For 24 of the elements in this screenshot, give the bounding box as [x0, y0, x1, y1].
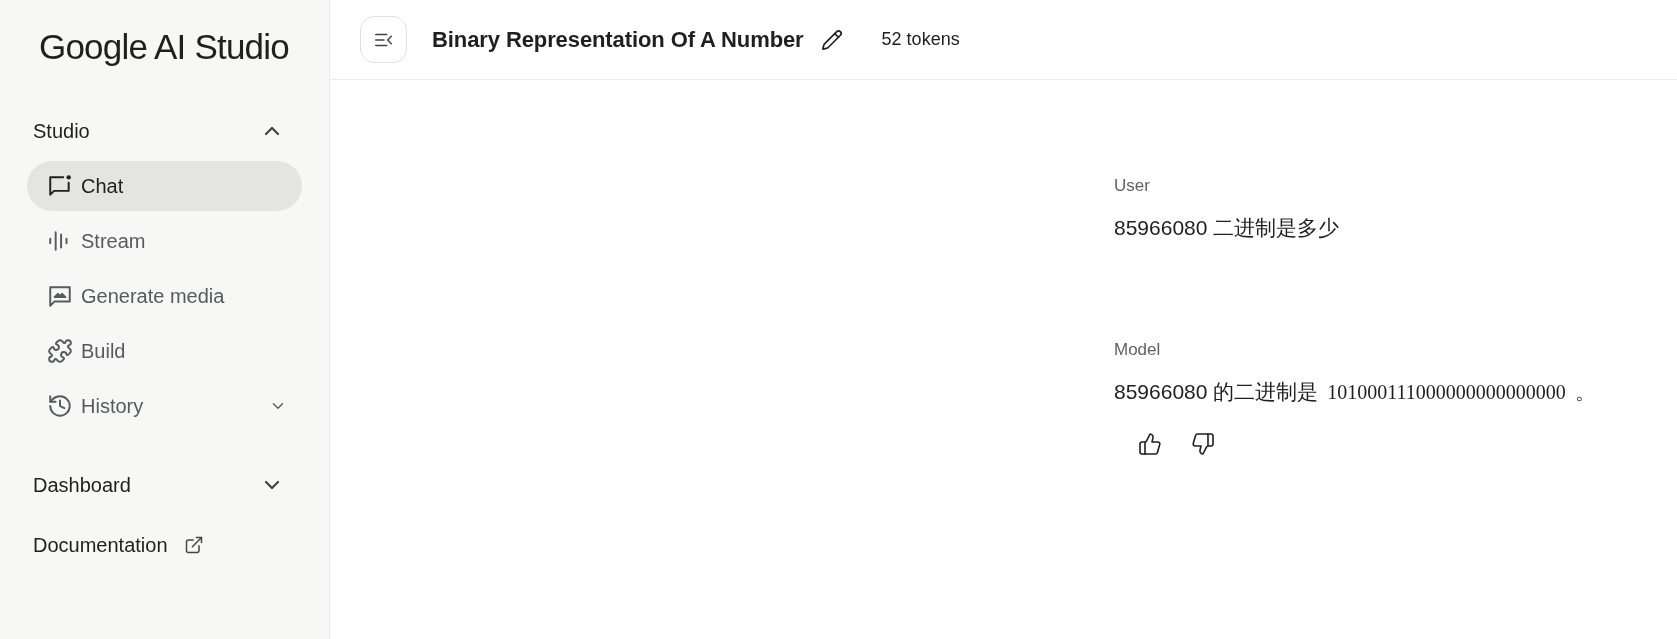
history-icon	[47, 393, 73, 419]
message-role: User	[1114, 175, 1150, 197]
external-link-icon	[183, 535, 204, 555]
image-bubble-icon	[47, 283, 73, 309]
documentation-link[interactable]: Documentation	[33, 527, 204, 563]
app-logo: Google AI Studio	[39, 27, 289, 67]
thumbs-up-icon	[1138, 432, 1162, 456]
puzzle-icon	[47, 338, 73, 364]
sidebar-item[interactable]: History	[27, 381, 302, 431]
thumbs-down-icon	[1191, 432, 1215, 456]
token-count: 52 tokens	[881, 28, 960, 51]
sidebar-item[interactable]: Chat	[27, 161, 302, 211]
section-toggle[interactable]: Dashboard	[27, 467, 302, 503]
chat-bubble-icon	[47, 173, 73, 199]
chat-title: Binary Representation Of A Number	[432, 26, 804, 54]
message-text: 85966080 的二进制是 101000111000000000000000 。	[1114, 379, 1596, 405]
message-text: 85966080 二进制是多少	[1114, 215, 1340, 241]
message-role: Model	[1114, 339, 1161, 361]
sidebar-item[interactable]: Stream	[27, 216, 302, 266]
sidebar-toggle-button[interactable]	[360, 16, 407, 63]
sidebar-item[interactable]: Generate media	[27, 271, 302, 321]
section-toggle[interactable]: Studio	[27, 113, 302, 149]
pencil-icon	[820, 28, 843, 51]
sidebar-item[interactable]: Build	[27, 326, 302, 376]
